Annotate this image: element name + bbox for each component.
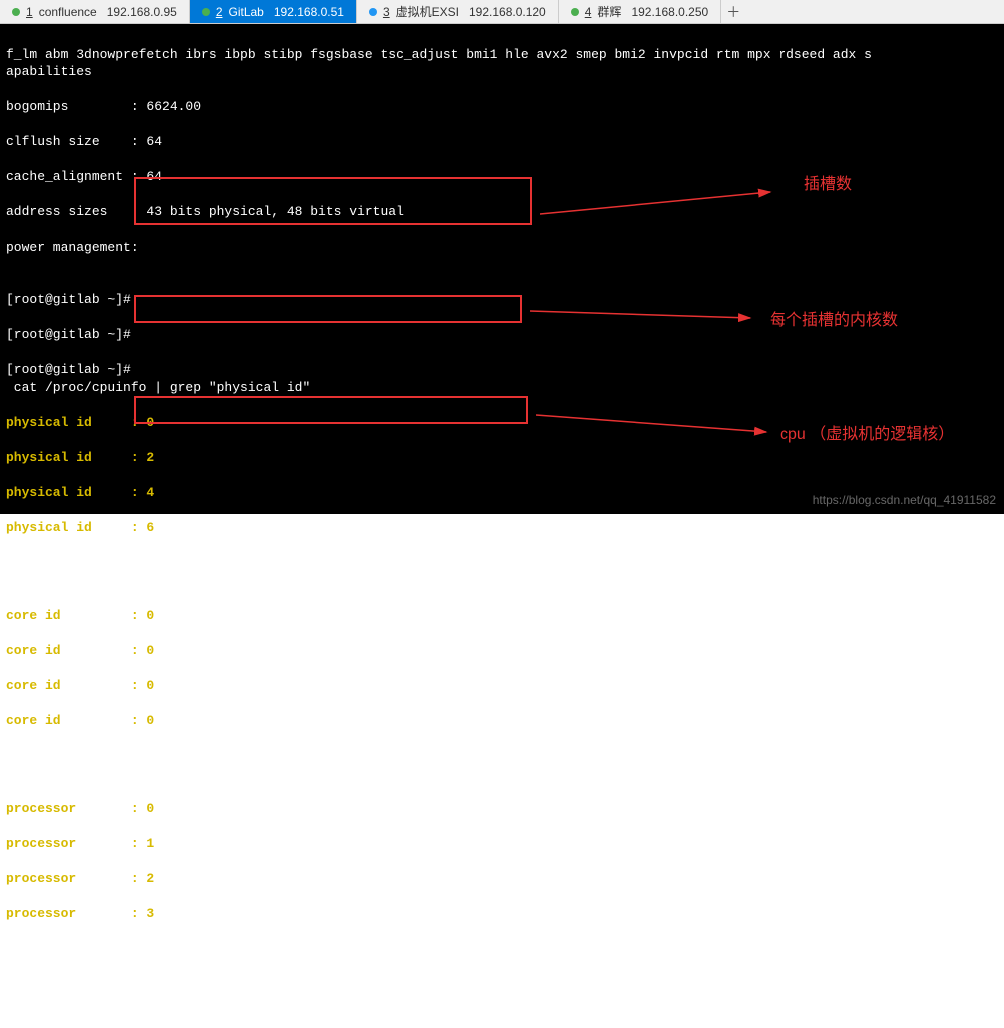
status-dot-icon — [571, 8, 579, 16]
status-dot-icon — [202, 8, 210, 16]
command-text: cat /proc/cpuinfo | grep "physical id" — [6, 380, 310, 395]
plus-icon: ＋ — [726, 2, 740, 22]
tab-ip: 192.168.0.95 — [107, 5, 177, 19]
tab-ip: 192.168.0.250 — [631, 5, 708, 19]
terminal-output[interactable]: f_lm abm 3dnowprefetch ibrs ibpb stibp f… — [0, 24, 1004, 514]
tab-ip: 192.168.0.51 — [274, 5, 344, 19]
tab-label: GitLab — [229, 5, 264, 19]
info-line: address sizes : 43 bits physical, 48 bit… — [6, 204, 404, 219]
output-line: physical id : 0 — [6, 415, 154, 430]
output-line: physical id : 2 — [6, 450, 154, 465]
output-line: core id : 0 — [6, 713, 154, 728]
shell-prompt: [root@gitlab ~]# — [6, 327, 131, 342]
command-text: cat /proc/cpuinfo | grep "processor" — [6, 766, 295, 781]
watermark-text: https://blog.csdn.net/qq_41911582 — [813, 492, 996, 508]
tab-index: 3 — [383, 5, 390, 19]
highlight-box-2 — [134, 295, 522, 323]
output-line: processor : 1 — [6, 836, 154, 851]
shell-prompt: [root@gitlab ~]# — [6, 362, 131, 377]
tab-confluence[interactable]: 1 confluence 192.168.0.95 — [0, 0, 190, 23]
arrow-icon — [536, 410, 776, 440]
output-line: core id : 0 — [6, 678, 154, 693]
output-line: physical id : 6 — [6, 520, 154, 535]
annotation-cores-per-slot: 每个插槽的内核数 — [770, 310, 898, 332]
info-line: power management: — [6, 240, 139, 255]
tab-ip: 192.168.0.120 — [469, 5, 546, 19]
tab-label: 虚拟机EXSI — [396, 3, 459, 20]
status-dot-icon — [12, 8, 20, 16]
output-line: processor : 0 — [6, 801, 154, 816]
status-dot-icon — [369, 8, 377, 16]
output-line: core id : 0 — [6, 643, 154, 658]
tab-index: 1 — [26, 5, 33, 19]
shell-prompt: [root@gitlab ~]# — [6, 292, 131, 307]
shell-prompt: [root@gitlab ~]# — [6, 748, 131, 763]
output-line: core id : 0 — [6, 608, 154, 623]
tab-qunhui[interactable]: 4 群辉 192.168.0.250 — [559, 0, 721, 23]
highlight-box-3 — [134, 396, 528, 424]
tab-index: 4 — [585, 5, 592, 19]
command-text: cat /proc/cpuinfo | grep "core id" — [6, 573, 279, 588]
info-line: bogomips : 6624.00 — [6, 99, 201, 114]
tab-index: 2 — [216, 5, 223, 19]
tab-label: confluence — [39, 5, 97, 19]
info-line: clflush size : 64 — [6, 134, 162, 149]
tab-vm-exsi[interactable]: 3 虚拟机EXSI 192.168.0.120 — [357, 0, 559, 23]
add-tab-button[interactable]: ＋ — [721, 0, 745, 23]
tab-bar: 1 confluence 192.168.0.95 2 GitLab 192.1… — [0, 0, 1004, 24]
output-line: processor : 2 — [6, 871, 154, 886]
arrow-icon — [530, 306, 760, 326]
info-line: cache_alignment : 64 — [6, 169, 162, 184]
arrow-icon — [540, 184, 780, 224]
annotation-slots: 插槽数 — [804, 174, 852, 196]
annotation-cpu-logical: cpu （虚拟机的逻辑核） — [780, 424, 954, 446]
shell-prompt: [root@gitlab ~]# — [6, 555, 131, 570]
output-line: physical id : 4 — [6, 485, 154, 500]
tab-label: 群辉 — [597, 3, 621, 20]
tab-gitlab[interactable]: 2 GitLab 192.168.0.51 — [190, 0, 357, 23]
cpu-flags-line: f_lm abm 3dnowprefetch ibrs ibpb stibp f… — [6, 47, 872, 80]
output-line: processor : 3 — [6, 906, 154, 921]
